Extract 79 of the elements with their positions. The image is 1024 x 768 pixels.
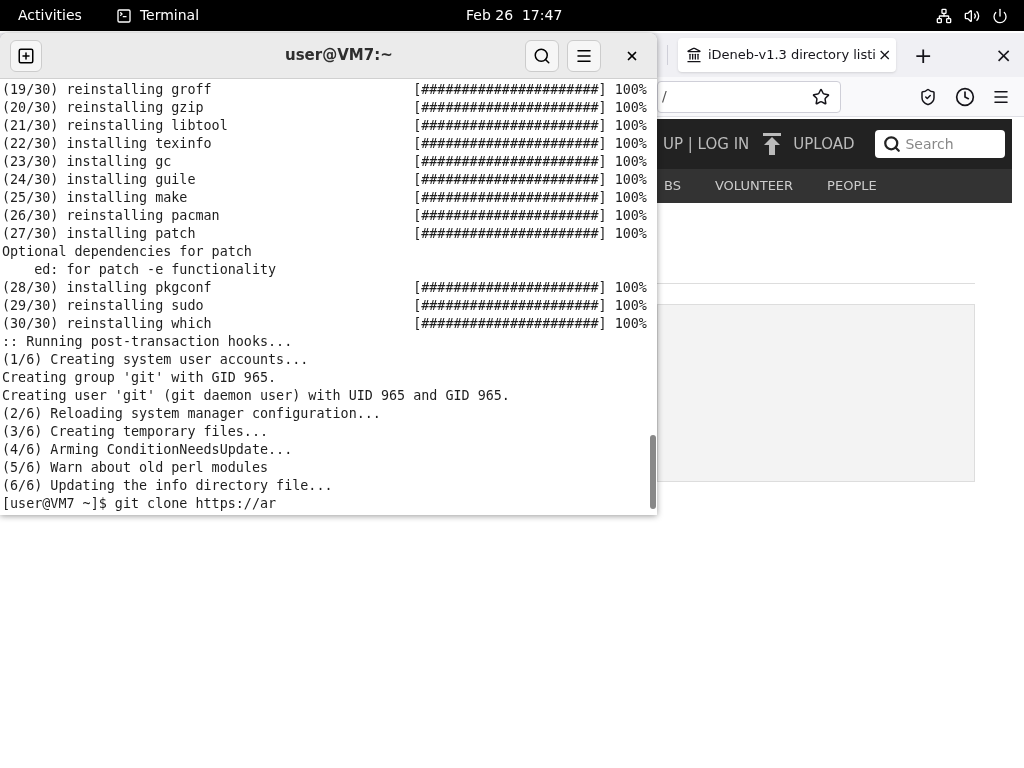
terminal-line: (6/6) Updating the info directory file... <box>2 477 333 495</box>
terminal-line: (5/6) Warn about old perl modules <box>2 459 269 477</box>
percent-text: 100% <box>614 225 647 243</box>
site-icon <box>686 47 702 63</box>
percent-text: 100% <box>614 315 647 333</box>
terminal-line: (25/30) installing make <box>2 189 189 207</box>
progress-bar-text: [######################] <box>413 153 607 171</box>
clock[interactable]: Feb 26 17:47 <box>466 5 563 26</box>
search-field[interactable]: Search <box>875 130 1006 158</box>
terminal-line: (30/30) reinstalling which <box>2 315 213 333</box>
search-icon <box>883 135 902 153</box>
scrollbar-thumb[interactable] <box>649 435 656 509</box>
power-icon[interactable] <box>992 7 1008 24</box>
activities-button[interactable]: Activities <box>18 5 82 26</box>
tab-close-button[interactable]: × <box>875 43 892 67</box>
terminal-line: (21/30) reinstalling libtool <box>2 117 229 135</box>
terminal-line: (26/30) reinstalling pacman <box>2 207 221 225</box>
progress-bar-text: [######################] <box>413 315 607 333</box>
new-tab-button[interactable]: + <box>914 38 933 72</box>
network-icon[interactable] <box>936 7 952 24</box>
nav-link[interactable]: PEOPLE <box>827 176 877 196</box>
percent-text: 100% <box>614 189 647 207</box>
browser-tab[interactable]: iDeneb-v1.3 directory listi× <box>678 38 896 72</box>
progress-bar-text: [######################] <box>413 207 607 225</box>
nav-link[interactable]: BS <box>664 176 681 196</box>
terminal-line: Optional dependencies for patch <box>2 243 252 261</box>
percent-text: 100% <box>614 297 647 315</box>
volume-icon[interactable] <box>964 7 980 24</box>
search-icon <box>533 46 551 65</box>
nav-link[interactable]: VOLUNTEER <box>714 176 794 196</box>
menu-button[interactable] <box>567 39 601 72</box>
url-field[interactable]: / <box>657 80 841 113</box>
percent-text: 100% <box>614 279 647 297</box>
login-link[interactable]: UP | LOG IN <box>663 132 750 156</box>
terminal-line: (27/30) installing patch <box>2 225 197 243</box>
terminal-line: (24/30) installing guile <box>2 171 197 189</box>
terminal-line: (20/30) reinstalling gzip <box>2 99 205 117</box>
progress-bar-text: [######################] <box>413 81 607 99</box>
terminal-line: (28/30) installing pkgconf <box>2 279 213 297</box>
terminal-line: (4/6) Arming ConditionNeedsUpdate... <box>2 441 293 459</box>
tab-title: iDeneb-v1.3 directory listi <box>708 46 876 65</box>
app-menu[interactable]: Terminal <box>139 5 200 26</box>
progress-bar-text: [######################] <box>413 279 607 297</box>
terminal-line: Creating group 'git' with GID 965. <box>2 369 277 387</box>
new-tab-icon <box>17 46 35 65</box>
percent-text: 100% <box>614 207 647 225</box>
search-button[interactable] <box>525 39 559 72</box>
terminal-line: ed: for patch -e functionality <box>33 261 277 279</box>
terminal-line: (3/6) Creating temporary files... <box>2 423 269 441</box>
close-button[interactable]: × <box>995 40 1012 70</box>
percent-text: 100% <box>614 135 647 153</box>
upload-icon <box>763 133 782 155</box>
terminal-line: Creating user 'git' (git daemon user) with UID 965 and GID 965. <box>2 387 510 405</box>
percent-text: 100% <box>614 81 647 99</box>
percent-text: 100% <box>614 153 647 171</box>
upload-link[interactable]: UPLOAD <box>793 132 855 156</box>
progress-bar-text: [######################] <box>413 297 607 315</box>
terminal-line: :: Running post-transaction hooks... <box>2 333 293 351</box>
terminal-icon <box>115 7 132 24</box>
progress-bar-text: [######################] <box>413 135 607 153</box>
terminal-line: (1/6) Creating system user accounts... <box>2 351 309 369</box>
progress-bar-text: [######################] <box>413 117 607 135</box>
terminal-line: (19/30) reinstalling groff <box>2 81 213 99</box>
percent-text: 100% <box>614 171 647 189</box>
terminal-line: (29/30) reinstalling sudo <box>2 297 205 315</box>
bookmark-star-icon[interactable] <box>812 87 830 106</box>
new-tab-button[interactable] <box>10 39 42 72</box>
terminal-line: (23/30) installing gc <box>2 153 173 171</box>
terminal-line: (22/30) installing texinfo <box>2 135 213 153</box>
progress-bar-text: [######################] <box>413 189 607 207</box>
progress-bar-text: [######################] <box>413 99 607 117</box>
terminal-line: (2/6) Reloading system manager configuration... <box>2 405 381 423</box>
progress-bar-text: [######################] <box>413 225 607 243</box>
percent-text: 100% <box>614 99 647 117</box>
percent-text: 100% <box>614 117 647 135</box>
terminal-line: [user@VM7 ~]$ git clone https://ar <box>2 495 277 513</box>
url-text: / <box>662 87 667 106</box>
window-title: user@VM7:~ <box>285 45 393 67</box>
progress-bar-text: [######################] <box>413 171 607 189</box>
